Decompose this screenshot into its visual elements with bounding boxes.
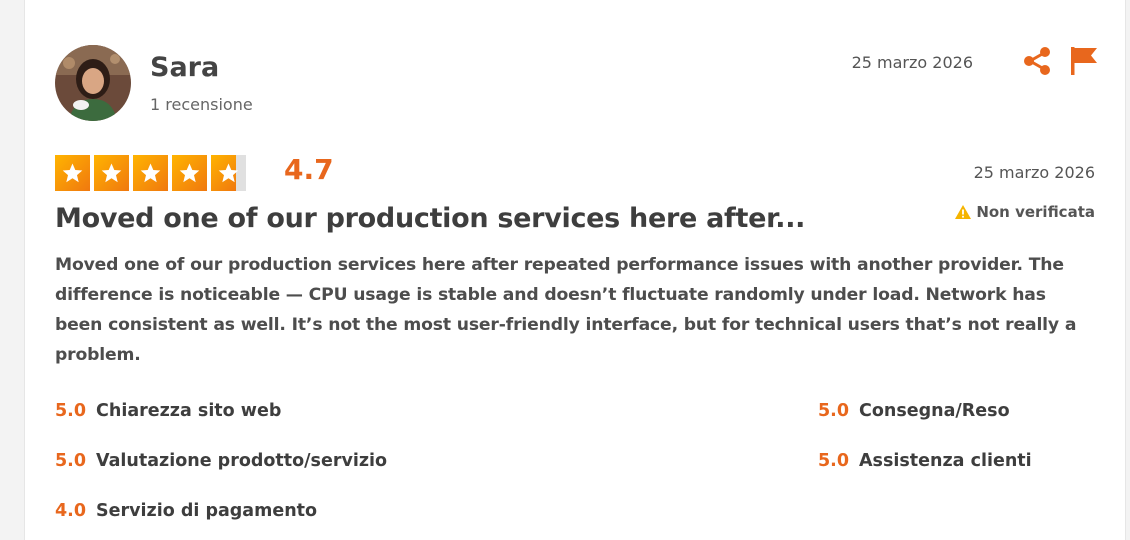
star-3 [133,155,168,191]
sub-rating-score: 4.0 [55,501,87,521]
report-button[interactable] [1069,45,1099,77]
reviewer-review-count: 1 recensione [150,95,253,114]
sub-rating-score: 5.0 [55,451,87,471]
star-4 [172,155,207,191]
sub-rating-label: Chiarezza sito web [96,401,282,421]
verification-label: Non verificata [976,203,1095,221]
warning-icon [955,205,972,219]
sub-rating-label: Valutazione prodotto/servizio [96,451,388,471]
review-body: Moved one of our production services her… [55,255,1077,365]
flag-icon [1071,47,1097,75]
sub-rating-score: 5.0 [818,451,850,471]
sub-rating-score: 5.0 [818,401,850,421]
sub-rating-customer-support: 5.0 Assistenza clienti [818,451,1032,471]
share-button[interactable] [1022,46,1052,76]
star-2 [94,155,129,191]
sub-rating-website-clarity: 5.0 Chiarezza sito web [55,401,281,421]
reviewer-name[interactable]: Sara [150,52,219,83]
star-icon [101,163,122,183]
sub-rating-score: 5.0 [55,401,87,421]
sub-rating-payment: 4.0 Servizio di pagamento [55,501,317,521]
sub-rating-delivery-return: 5.0 Consegna/Reso [818,401,1010,421]
star-icon [218,163,239,183]
star-icon [179,163,200,183]
sub-rating-label: Servizio di pagamento [96,501,318,521]
reviewer-date: 25 marzo 2026 [851,53,973,72]
review-card: Sara 1 recensione 25 marzo 2026 4.7 25 m… [24,0,1126,540]
sub-rating-label: Consegna/Reso [859,401,1010,421]
verification-status: Non verificata [954,203,1095,221]
star-1 [55,155,90,191]
star-icon [140,163,161,183]
star-rating [55,155,246,191]
star-icon [62,163,83,183]
share-icon [1024,47,1050,75]
review-title: Moved one of our production services her… [55,203,806,234]
rating-number: 4.7 [284,153,334,186]
star-5 [211,155,246,191]
avatar[interactable] [55,45,131,121]
sub-rating-product-service: 5.0 Valutazione prodotto/servizio [55,451,387,471]
sub-rating-label: Assistenza clienti [859,451,1032,471]
review-date: 25 marzo 2026 [973,163,1095,182]
